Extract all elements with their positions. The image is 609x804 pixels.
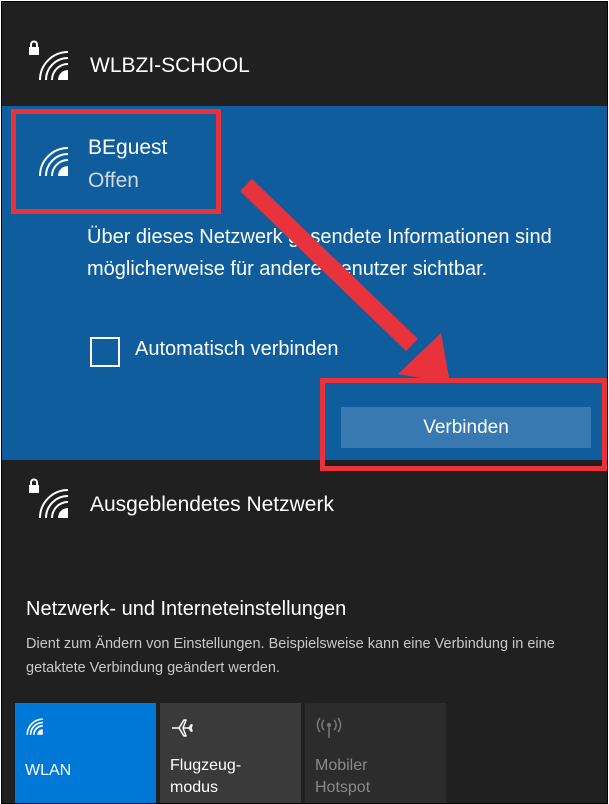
annotation-box-network [11,109,221,214]
annotation-box-connect [320,378,607,471]
network-name: Ausgeblendetes Netzwerk [90,493,334,516]
quick-action-wlan[interactable]: WLAN [15,703,156,803]
wifi-icon [26,718,43,735]
tile-label-line2: Hotspot [315,779,371,796]
auto-connect-checkbox[interactable] [90,337,120,367]
tile-label-line1: Flugzeug- [170,757,242,774]
quick-action-mobile-hotspot[interactable]: Mobiler Hotspot [305,703,446,803]
tile-label-line1: Mobiler [315,757,368,774]
auto-connect-label: Automatisch verbinden [135,338,339,360]
network-settings-link[interactable]: Netzwerk- und Interneteinstellungen [26,598,346,621]
quick-action-airplane-mode[interactable]: Flugzeug- modus [160,703,301,803]
tile-label: WLAN [25,760,71,782]
hotspot-icon [316,717,342,738]
tile-label: Mobiler Hotspot [315,755,370,799]
network-item-hidden[interactable]: Ausgeblendetes Netzwerk [2,460,607,550]
wifi-secured-icon [39,489,69,519]
tile-label-line2: modus [170,779,219,796]
tile-label: Flugzeug- modus [170,755,241,799]
network-name: WLBZI-SCHOOL [90,54,250,77]
network-item-wlbzi-school[interactable]: WLBZI-SCHOOL [2,2,607,106]
tile-label-line1: WLAN [25,762,72,779]
airplane-icon [172,719,193,737]
security-warning: Über dieses Netzwerk gesendete Informati… [87,226,552,280]
network-settings-description: Dient zum Ändern von Einstellungen. Beis… [26,636,555,676]
wifi-secured-icon [39,51,69,81]
